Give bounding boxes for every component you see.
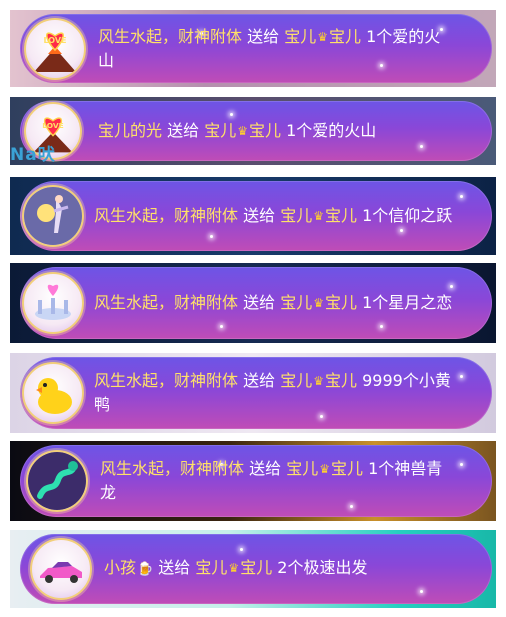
action-text: 送给	[243, 293, 276, 312]
sports-car-icon	[30, 538, 92, 600]
sender-name: 小孩🍺	[104, 558, 153, 577]
gift-notification: 风生水起，财神附体 送给 宝儿♛宝儿 1个星月之恋	[10, 263, 496, 343]
crown-icon: ♛	[313, 296, 324, 310]
notification-message: 宝儿的光 送给 宝儿♛宝儿 1个爱的火山	[98, 119, 456, 143]
sender-name: 风生水起，财神附体	[98, 26, 243, 46]
crown-icon: ♛	[228, 561, 240, 575]
leap-of-faith-icon	[22, 185, 84, 247]
recipient-name: 宝儿♛宝儿	[195, 558, 272, 577]
notification-message: 小孩🍺 送给 宝儿♛宝儿 2个极速出发	[104, 556, 456, 582]
beer-icon: 🍺	[137, 562, 154, 577]
action-text: 送给	[167, 121, 200, 140]
crown-icon: ♛	[313, 209, 324, 223]
crown-icon: ♛	[317, 29, 328, 44]
gift-text: 2个极速出发	[277, 558, 368, 577]
gift-text: 1个信仰之跃	[362, 206, 453, 225]
gift-notification: LOVE 风生水起，财神附体 送给 宝儿♛宝儿 1个爱的火山	[10, 10, 496, 87]
overlay-text: Na吠	[10, 145, 56, 165]
gift-notification: LOVE Na吠 宝儿的光 送给 宝儿♛宝儿 1个爱的火山	[10, 97, 496, 165]
yellow-duck-icon	[22, 362, 84, 424]
recipient-name: 宝儿♛宝儿	[284, 27, 361, 46]
sender-name: 风生水起，财神附体	[94, 371, 239, 390]
gift-notification: 风生水起，财神附体 送给 宝儿♛宝儿 1个信仰之跃	[10, 177, 496, 255]
gift-text: 1个星月之恋	[362, 293, 453, 312]
recipient-name: 宝儿♛宝儿	[280, 293, 357, 312]
action-text: 送给	[243, 371, 276, 390]
action-text: 送给	[247, 26, 280, 46]
action-text: 送给	[249, 459, 282, 478]
gift-notification: 风生水起，财神附体 送给 宝儿♛宝儿 9999个小黄鸭	[10, 353, 496, 433]
gift-notification: 风生水起，财神附体 送给 宝儿♛宝儿 1个神兽青龙	[10, 441, 496, 521]
recipient-name: 宝儿♛宝儿	[280, 371, 357, 390]
gift-notification: 小孩🍺 送给 宝儿♛宝儿 2个极速出发	[10, 530, 496, 608]
sender-name: 风生水起，财神附体	[100, 459, 245, 478]
recipient-name: 宝儿♛宝儿	[204, 121, 281, 140]
sender-name: 风生水起，财神附体	[94, 206, 239, 225]
svg-text:LOVE: LOVE	[42, 121, 63, 130]
sender-name: 风生水起，财神附体	[94, 293, 239, 312]
sender-name: 宝儿的光	[98, 121, 163, 140]
recipient-name: 宝儿♛宝儿	[286, 459, 363, 478]
recipient-name: 宝儿♛宝儿	[280, 206, 357, 225]
notification-message: 风生水起，财神附体 送给 宝儿♛宝儿 1个神兽青龙	[100, 457, 456, 505]
crown-icon: ♛	[313, 374, 324, 388]
notification-message: 风生水起，财神附体 送给 宝儿♛宝儿 1个星月之恋	[94, 291, 456, 315]
notification-message: 风生水起，财神附体 送给 宝儿♛宝儿 9999个小黄鸭	[94, 369, 456, 417]
action-text: 送给	[243, 206, 276, 225]
azure-dragon-icon	[26, 450, 88, 512]
crown-icon: ♛	[319, 462, 330, 476]
star-moon-love-icon	[22, 272, 84, 334]
notification-message: 风生水起，财神附体 送给 宝儿♛宝儿 1个爱的火山	[98, 25, 456, 73]
gift-text: 1个爱的火山	[286, 121, 377, 140]
notification-message: 风生水起，财神附体 送给 宝儿♛宝儿 1个信仰之跃	[94, 204, 456, 228]
crown-icon: ♛	[237, 124, 248, 138]
svg-text:LOVE: LOVE	[43, 36, 66, 45]
action-text: 送给	[158, 558, 191, 577]
love-volcano-icon: LOVE	[24, 17, 86, 80]
